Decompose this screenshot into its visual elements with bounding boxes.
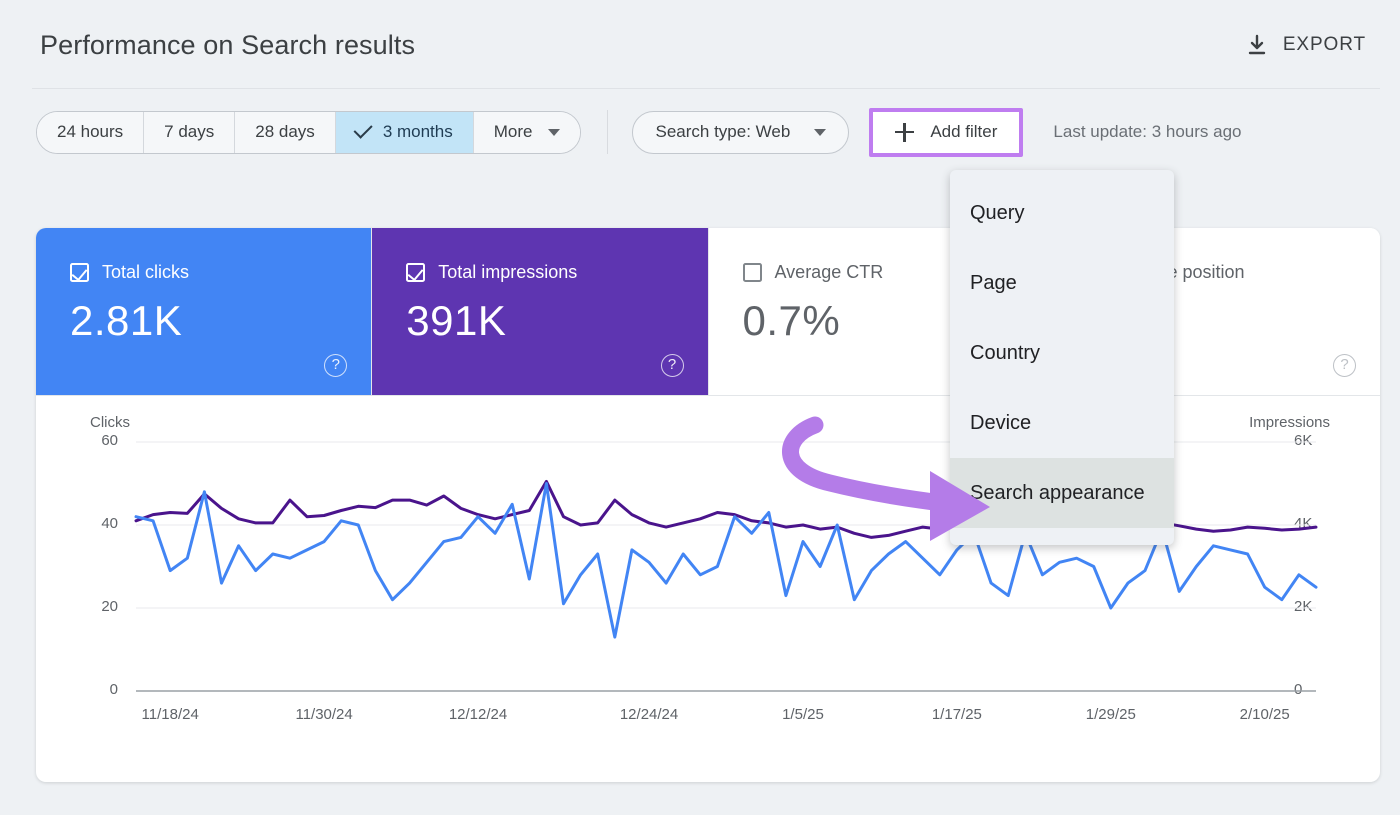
metric-value: 2.81K [70,297,371,345]
date-range-7-days[interactable]: 7 days [144,112,235,153]
dropdown-item-search-appearance[interactable]: Search appearance [950,458,1174,528]
metric-header: Total clicks [70,262,371,283]
search-type-dropdown[interactable]: Search type: Web [632,111,849,154]
help-icon[interactable]: ? [324,354,347,377]
metric-total-clicks[interactable]: Total clicks 2.81K ? [36,228,372,395]
chevron-down-icon [814,129,826,136]
add-filter-dropdown-menu: Query Page Country Device Search appeara… [950,170,1174,545]
date-range-more[interactable]: More [474,112,581,153]
search-type-label: Search type: Web [655,122,790,142]
add-filter-button[interactable]: Add filter [875,114,1017,151]
performance-chart: Clicks Impressions 6040200 6K4K2K0 11/18… [36,396,1380,781]
export-label: EXPORT [1283,34,1366,56]
header-divider [32,88,1380,89]
date-range-3-months[interactable]: 3 months [336,112,474,153]
performance-card: Total clicks 2.81K ? Total impressions 3… [36,228,1380,782]
dropdown-item-label: Page [970,272,1017,295]
date-range-selector: 24 hours 7 days 28 days 3 months More [36,111,581,154]
add-filter-highlight: Add filter [869,108,1023,157]
dropdown-item-label: Country [970,342,1040,365]
checkbox-icon[interactable] [70,263,89,282]
check-icon [353,120,372,139]
filter-bar: 24 hours 7 days 28 days 3 months More Se… [36,108,1242,156]
download-icon [1245,33,1269,57]
dropdown-item-page[interactable]: Page [950,248,1174,318]
dropdown-item-device[interactable]: Device [950,388,1174,458]
highlight-box: Add filter [869,108,1023,157]
dropdown-item-label: Device [970,412,1031,435]
metric-label: Total clicks [102,262,189,283]
page-header: Performance on Search results EXPORT [0,0,1400,90]
filter-divider [607,110,608,154]
metric-label: Average CTR [775,262,884,283]
date-range-label: 7 days [164,122,214,142]
dropdown-item-label: Search appearance [970,482,1145,505]
plus-icon [895,123,914,142]
date-range-24-hours[interactable]: 24 hours [37,112,144,153]
date-range-label: 28 days [255,122,315,142]
dropdown-item-label: Query [970,202,1024,225]
chart-plot-area [36,396,1380,781]
checkbox-icon[interactable] [743,263,762,282]
date-range-label: More [494,122,533,142]
last-update-text: Last update: 3 hours ago [1053,122,1241,142]
metrics-row: Total clicks 2.81K ? Total impressions 3… [36,228,1380,396]
checkbox-icon[interactable] [406,263,425,282]
export-button[interactable]: EXPORT [1245,33,1366,57]
page-title: Performance on Search results [40,30,415,61]
date-range-28-days[interactable]: 28 days [235,112,336,153]
help-icon[interactable]: ? [1333,354,1356,377]
help-icon[interactable]: ? [661,354,684,377]
date-range-label: 24 hours [57,122,123,142]
add-filter-label: Add filter [930,122,997,142]
metric-header: Total impressions [406,262,707,283]
metric-total-impressions[interactable]: Total impressions 391K ? [372,228,708,395]
metric-value: 391K [406,297,707,345]
chevron-down-icon [548,129,560,136]
date-range-label: 3 months [383,122,453,142]
dropdown-item-query[interactable]: Query [950,178,1174,248]
metric-label: Total impressions [438,262,577,283]
performance-page: Performance on Search results EXPORT 24 … [0,0,1400,815]
dropdown-item-country[interactable]: Country [950,318,1174,388]
